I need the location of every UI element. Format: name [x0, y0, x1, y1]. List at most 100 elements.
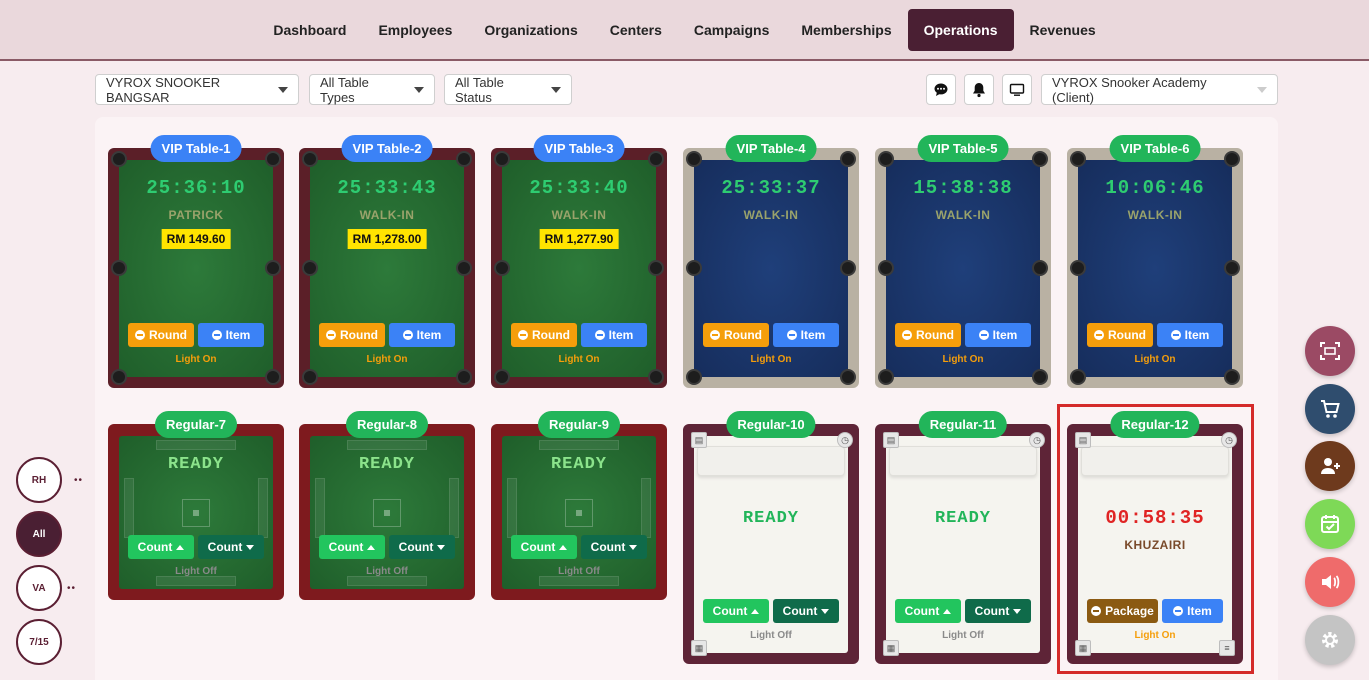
- booking-button[interactable]: [1305, 499, 1355, 549]
- nav-centers[interactable]: Centers: [594, 9, 678, 51]
- filter-va[interactable]: VA: [16, 565, 62, 611]
- calendar-icon[interactable]: ▤: [883, 432, 899, 448]
- table-card-vip-2[interactable]: VIP Table-2 25:33:43 WALK-IN RM 1,278.00…: [299, 135, 475, 388]
- pocket: [1070, 369, 1086, 385]
- round-button[interactable]: Round: [128, 323, 194, 347]
- count-down-label: Count: [207, 540, 243, 554]
- cart-button[interactable]: [1305, 384, 1355, 434]
- light-status[interactable]: Light On: [683, 354, 859, 365]
- item-button[interactable]: Item: [581, 323, 647, 347]
- clock-icon[interactable]: ◷: [837, 432, 853, 448]
- scan-button[interactable]: [1305, 326, 1355, 376]
- pocket: [840, 151, 856, 167]
- filter-rh[interactable]: RH: [16, 457, 62, 503]
- item-button[interactable]: Item: [1162, 599, 1223, 623]
- add-user-button[interactable]: [1305, 441, 1355, 491]
- table-card-vip-4[interactable]: VIP Table-4 25:33:37 WALK-IN Round Item …: [683, 135, 859, 388]
- pocket: [878, 260, 894, 276]
- count-down-button[interactable]: Count: [773, 599, 839, 623]
- count-down-button[interactable]: Count: [581, 535, 647, 559]
- package-button[interactable]: Package: [1087, 599, 1158, 623]
- light-status[interactable]: Light Off: [491, 566, 667, 577]
- count-up-label: Count: [712, 604, 748, 618]
- item-button[interactable]: Item: [389, 323, 455, 347]
- nav-revenues[interactable]: Revenues: [1014, 9, 1112, 51]
- display-button[interactable]: [1002, 74, 1032, 105]
- round-button[interactable]: Round: [319, 323, 385, 347]
- round-button[interactable]: Round: [703, 323, 769, 347]
- round-button[interactable]: Round: [895, 323, 961, 347]
- item-button[interactable]: Item: [965, 323, 1031, 347]
- nav-dashboard[interactable]: Dashboard: [257, 9, 362, 51]
- item-button[interactable]: Item: [773, 323, 839, 347]
- table-card-vip-1[interactable]: VIP Table-1 25:36:10 PATRICK RM 149.60 R…: [108, 135, 284, 388]
- light-status[interactable]: Light On: [1067, 630, 1243, 641]
- table-status: READY: [358, 455, 415, 474]
- table-card-regular-12[interactable]: ▤ ◷ ▦ ≡ Regular-12 00:58:35 KHUZAIRI Pac…: [1067, 411, 1243, 664]
- qr-code-icon[interactable]: ▦: [1075, 640, 1091, 656]
- filter-count[interactable]: 7/15: [16, 619, 62, 665]
- count-up-button[interactable]: Count: [703, 599, 769, 623]
- table-status-select[interactable]: All Table Status: [444, 74, 572, 105]
- nav-organizations[interactable]: Organizations: [468, 9, 593, 51]
- table-card-regular-8[interactable]: Regular-8 READY Count Count Light Off: [299, 411, 475, 600]
- light-status[interactable]: Light Off: [875, 630, 1051, 641]
- count-down-button[interactable]: Count: [198, 535, 264, 559]
- light-status[interactable]: Light On: [299, 354, 475, 365]
- client-select[interactable]: VYROX Snooker Academy (Client): [1041, 74, 1278, 105]
- clock-icon[interactable]: ◷: [1221, 432, 1237, 448]
- calendar-icon[interactable]: ▤: [691, 432, 707, 448]
- item-button-label: Item: [1187, 604, 1212, 618]
- table-card-vip-6[interactable]: VIP Table-6 10:06:46 WALK-IN Round Item …: [1067, 135, 1243, 388]
- more-dots-icon[interactable]: ••: [74, 475, 83, 486]
- settings-button[interactable]: [1305, 615, 1355, 665]
- light-status[interactable]: Light On: [108, 354, 284, 365]
- item-button[interactable]: Item: [1157, 323, 1223, 347]
- light-status[interactable]: Light On: [1067, 354, 1243, 365]
- pocket: [456, 151, 472, 167]
- table-name-badge: Regular-9: [538, 411, 620, 438]
- table-card-regular-10[interactable]: ▤ ◷ ▦ Regular-10 READY Count Count Light…: [683, 411, 859, 664]
- caret-up-icon: [367, 544, 376, 550]
- calendar-icon[interactable]: ▤: [1075, 432, 1091, 448]
- center-select[interactable]: VYROX SNOOKER BANGSAR: [95, 74, 299, 105]
- count-up-button[interactable]: Count: [895, 599, 961, 623]
- round-button[interactable]: Round: [1087, 323, 1153, 347]
- table-card-regular-7[interactable]: Regular-7 READY Count Count Light Off: [108, 411, 284, 600]
- table-card-regular-11[interactable]: ▤ ◷ ▦ Regular-11 READY Count Count Light…: [875, 411, 1051, 664]
- nav-employees[interactable]: Employees: [362, 9, 468, 51]
- light-status[interactable]: Light Off: [299, 566, 475, 577]
- round-button[interactable]: Round: [511, 323, 577, 347]
- nav-operations[interactable]: Operations: [907, 8, 1014, 51]
- count-up-button[interactable]: Count: [319, 535, 385, 559]
- notifications-button[interactable]: [964, 74, 994, 105]
- light-status[interactable]: Light On: [875, 354, 1051, 365]
- nav-memberships[interactable]: Memberships: [785, 9, 907, 51]
- light-status[interactable]: Light Off: [683, 630, 859, 641]
- chat-button[interactable]: [926, 74, 956, 105]
- item-button[interactable]: Item: [198, 323, 264, 347]
- pocket: [302, 151, 318, 167]
- nav-campaigns[interactable]: Campaigns: [678, 9, 785, 51]
- table-card-vip-3[interactable]: VIP Table-3 25:33:40 WALK-IN RM 1,277.90…: [491, 135, 667, 388]
- clock-icon[interactable]: ◷: [1029, 432, 1045, 448]
- count-up-button[interactable]: Count: [511, 535, 577, 559]
- filter-all[interactable]: All: [16, 511, 62, 557]
- announce-button[interactable]: [1305, 557, 1355, 607]
- table-card-regular-9[interactable]: Regular-9 READY Count Count Light Off: [491, 411, 667, 600]
- count-down-button[interactable]: Count: [965, 599, 1031, 623]
- light-status[interactable]: Light Off: [108, 566, 284, 577]
- qr-code-icon[interactable]: ▦: [691, 640, 707, 656]
- pocket: [111, 151, 127, 167]
- decor-slots: [347, 576, 427, 586]
- light-status[interactable]: Light On: [491, 354, 667, 365]
- more-dots-icon[interactable]: ••: [67, 583, 76, 594]
- qr-code-icon[interactable]: ▦: [883, 640, 899, 656]
- pocket: [302, 369, 318, 385]
- table-card-vip-5[interactable]: VIP Table-5 15:38:38 WALK-IN Round Item …: [875, 135, 1051, 388]
- table-type-select[interactable]: All Table Types: [309, 74, 435, 105]
- count-up-button[interactable]: Count: [128, 535, 194, 559]
- count-down-button[interactable]: Count: [389, 535, 455, 559]
- table-price: RM 149.60: [161, 229, 231, 249]
- receipt-icon[interactable]: ≡: [1219, 640, 1235, 656]
